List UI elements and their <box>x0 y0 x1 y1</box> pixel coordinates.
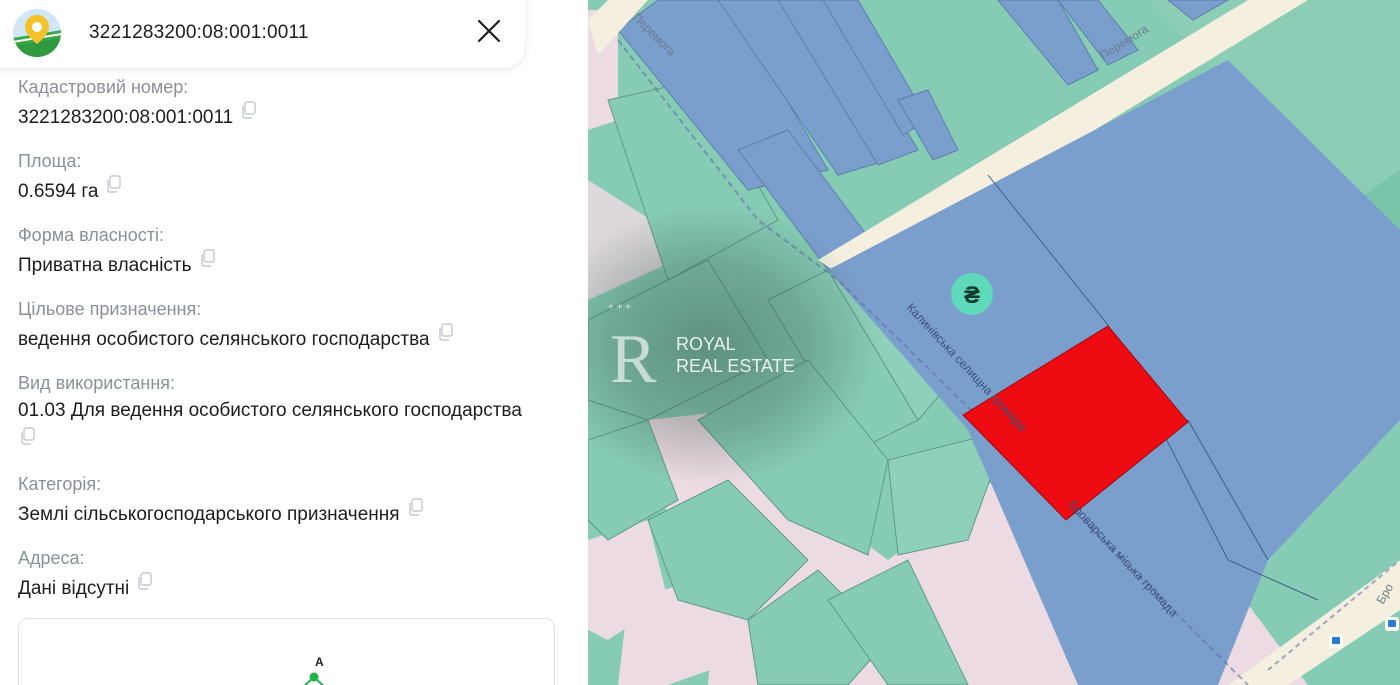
price-marker[interactable]: ₴ <box>951 273 993 315</box>
map-canvas[interactable]: ₴ Перемога Перемога Калинівська селищна … <box>588 0 1400 685</box>
address-text: Дані відсутні <box>18 578 130 599</box>
copy-icon[interactable] <box>106 175 122 193</box>
watermark-line1: ROYAL <box>676 334 736 354</box>
watermark-logo: R <box>610 321 657 398</box>
purpose-value: ведення особистого селянського господарс… <box>18 323 454 351</box>
usage-type-label: Вид використання: <box>18 373 176 393</box>
address-value: Дані відсутні <box>18 572 153 600</box>
cadastral-number-label: Кадастровий номер: <box>18 77 189 97</box>
copy-icon[interactable] <box>20 427 36 445</box>
copy-icon[interactable] <box>438 323 454 341</box>
purpose-text: ведення особистого селянського господарс… <box>18 329 430 350</box>
category-text: Землі сільськогосподарського призначення <box>18 504 400 525</box>
copy-icon[interactable] <box>241 101 257 119</box>
map-pin-app-icon <box>13 9 61 57</box>
purpose-label: Цільове призначення: <box>18 299 202 319</box>
copy-icon[interactable] <box>408 498 424 516</box>
close-icon[interactable] <box>474 16 504 46</box>
copy-icon[interactable] <box>137 572 153 590</box>
address-label: Адреса: <box>18 548 85 568</box>
bus-stop-icon[interactable] <box>1385 617 1399 631</box>
cadastral-number-text: 3221283200:08:001:0011 <box>18 107 234 128</box>
watermark-line2: REAL ESTATE <box>676 356 795 376</box>
hryvnia-icon: ₴ <box>964 282 980 309</box>
parcel-info-panel: 3221283200:08:001:0011 Кадастровий номер… <box>0 0 588 685</box>
svg-text:+ + +: + + + <box>608 302 631 313</box>
category-value: Землі сільськогосподарського призначення <box>18 498 424 526</box>
search-bar: 3221283200:08:001:0011 <box>0 0 525 68</box>
ownership-form-text: Приватна власність <box>18 255 192 276</box>
usage-type-value: 01.03 Для ведення особистого селянського… <box>18 400 522 421</box>
cadastral-map[interactable]: ₴ Перемога Перемога Калинівська селищна … <box>588 0 1400 685</box>
bus-stop-icon[interactable] <box>1329 634 1343 648</box>
search-query-text[interactable]: 3221283200:08:001:0011 <box>89 22 309 44</box>
parcel-outline <box>303 672 325 685</box>
cadastral-number-value: 3221283200:08:001:0011 <box>18 101 257 129</box>
parcel-shape-preview: A <box>18 618 555 685</box>
copy-icon[interactable] <box>200 249 216 267</box>
category-label: Категорія: <box>18 474 102 494</box>
area-label: Площа: <box>18 151 82 171</box>
ownership-form-label: Форма власності: <box>18 225 164 245</box>
ownership-form-value: Приватна власність <box>18 249 216 277</box>
area-text: 0.6594 га <box>18 181 99 202</box>
area-value: 0.6594 га <box>18 175 122 203</box>
vertex-point <box>309 672 319 682</box>
